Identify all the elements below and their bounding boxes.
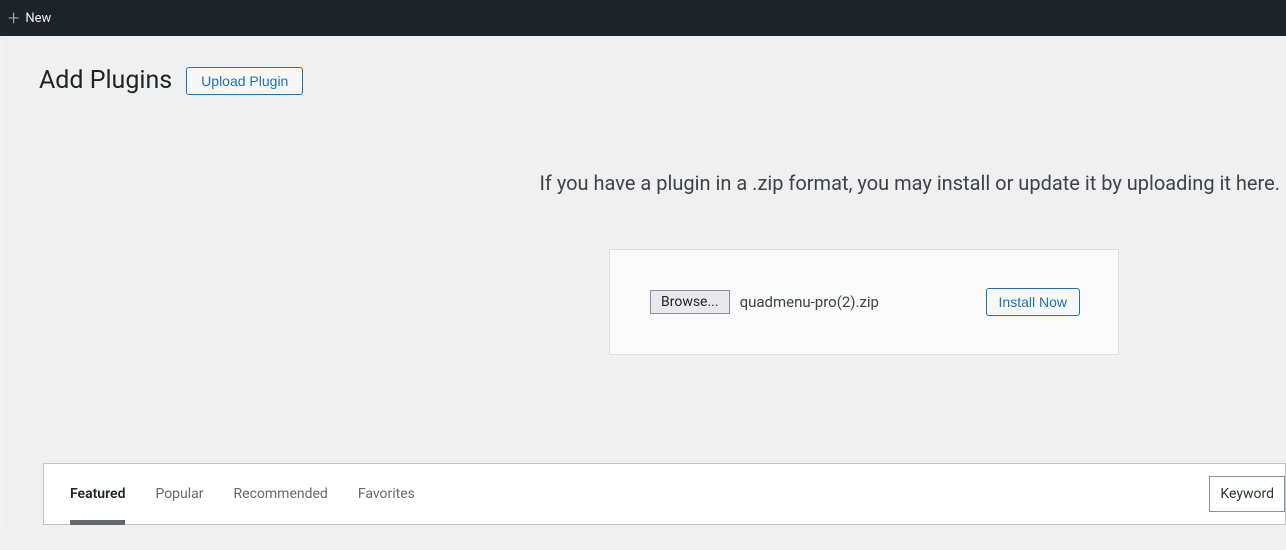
filter-bar: Featured Popular Recommended Favorites K… [43, 463, 1286, 525]
file-input-group: Browse... quadmenu-pro(2).zip [650, 290, 879, 314]
tab-popular[interactable]: Popular [140, 464, 218, 524]
selected-filename: quadmenu-pro(2).zip [740, 293, 879, 311]
new-menu-item[interactable]: + New [8, 8, 51, 28]
tab-featured[interactable]: Featured [44, 464, 140, 524]
page-header: Add Plugins Upload Plugin [7, 36, 1286, 95]
content-area: Add Plugins Upload Plugin If you have a … [6, 36, 1286, 525]
admin-bar: + New [0, 0, 1286, 36]
upload-plugin-button[interactable]: Upload Plugin [186, 67, 303, 95]
filter-tabs: Featured Popular Recommended Favorites [44, 464, 430, 524]
upload-form-panel: Browse... quadmenu-pro(2).zip Install No… [609, 249, 1119, 355]
new-label: New [25, 11, 51, 26]
upload-instruction: If you have a plugin in a .zip format, y… [7, 95, 1286, 195]
search-type-select[interactable]: Keyword [1209, 476, 1285, 512]
install-now-button[interactable]: Install Now [986, 288, 1080, 316]
plus-icon: + [8, 8, 19, 28]
page-title: Add Plugins [39, 66, 172, 95]
tab-recommended[interactable]: Recommended [219, 464, 343, 524]
tab-favorites[interactable]: Favorites [343, 464, 430, 524]
browse-button[interactable]: Browse... [650, 290, 730, 314]
